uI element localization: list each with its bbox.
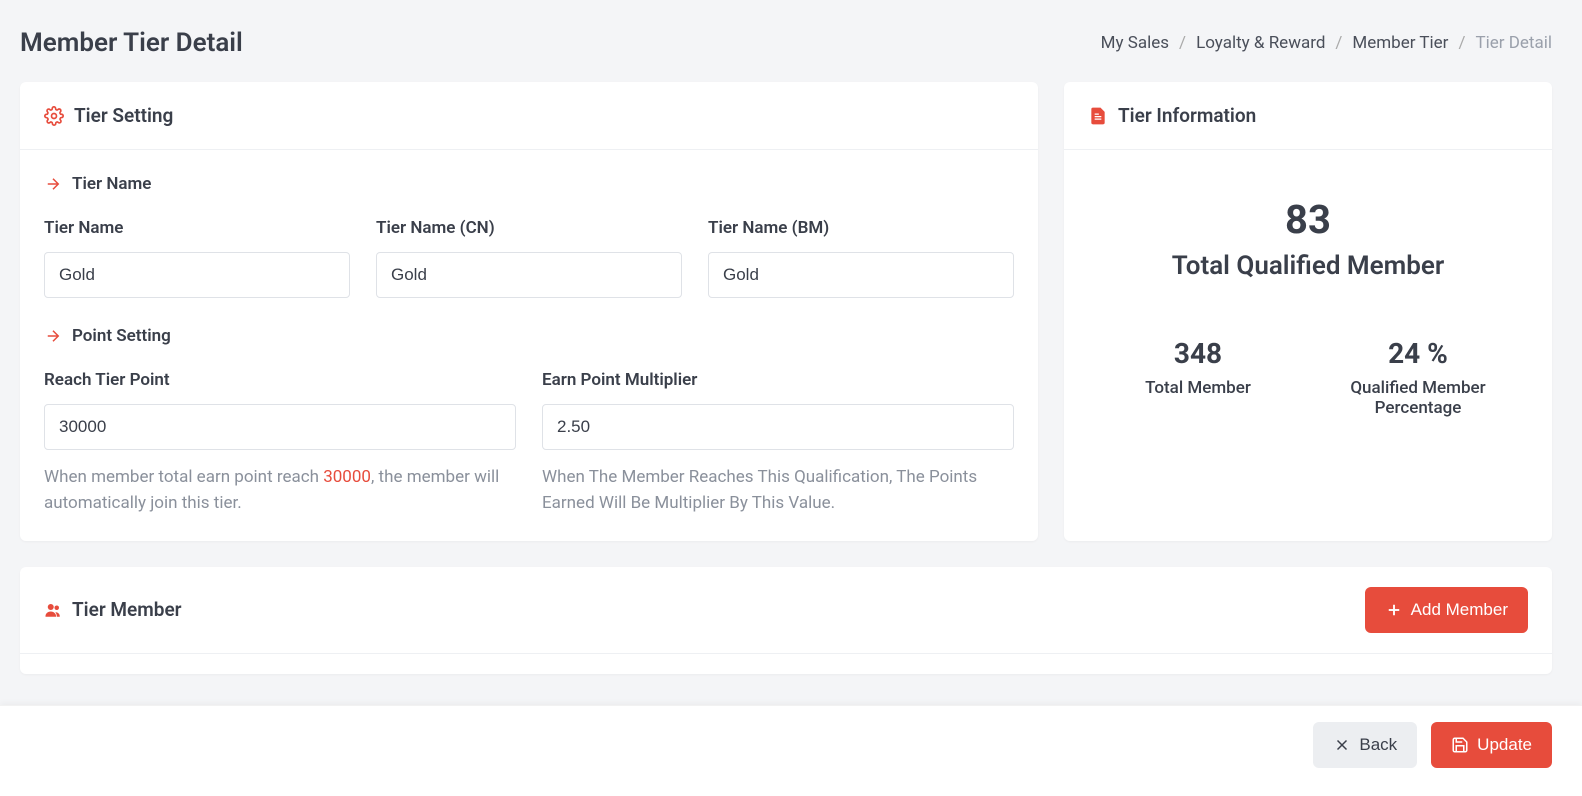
update-button[interactable]: Update bbox=[1431, 722, 1552, 768]
back-label: Back bbox=[1359, 735, 1397, 755]
multiplier-label: Earn Point Multiplier bbox=[542, 370, 1014, 390]
tier-name-input[interactable] bbox=[44, 252, 350, 298]
reach-point-helper: When member total earn point reach 30000… bbox=[44, 464, 516, 517]
breadcrumb-item-3[interactable]: Member Tier bbox=[1352, 33, 1448, 53]
breadcrumb-separator: / bbox=[1458, 33, 1465, 53]
arrow-right-icon bbox=[44, 175, 62, 193]
breadcrumb-separator: / bbox=[1335, 33, 1342, 53]
plus-icon bbox=[1385, 601, 1403, 619]
tier-setting-card: Tier Setting Tier Name Tier Name Tier Na… bbox=[20, 82, 1038, 541]
add-member-button[interactable]: Add Member bbox=[1365, 587, 1528, 633]
gear-icon bbox=[44, 106, 64, 126]
multiplier-input[interactable] bbox=[542, 404, 1014, 450]
tier-setting-title: Tier Setting bbox=[74, 104, 173, 127]
tier-name-cn-label: Tier Name (CN) bbox=[376, 218, 682, 238]
close-icon bbox=[1333, 736, 1351, 754]
tier-name-bm-input[interactable] bbox=[708, 252, 1014, 298]
add-member-label: Add Member bbox=[1411, 600, 1508, 620]
tier-name-label: Tier Name bbox=[44, 218, 350, 238]
total-member-count: 348 bbox=[1088, 337, 1308, 370]
back-button[interactable]: Back bbox=[1313, 722, 1417, 768]
percent-label: Qualified Member Percentage bbox=[1308, 378, 1528, 418]
reach-point-label: Reach Tier Point bbox=[44, 370, 516, 390]
update-label: Update bbox=[1477, 735, 1532, 755]
people-icon bbox=[44, 601, 62, 619]
tier-member-title: Tier Member bbox=[72, 598, 182, 621]
tier-member-card: Tier Member Add Member bbox=[20, 567, 1552, 674]
section-tier-name: Tier Name bbox=[72, 174, 151, 194]
percent-value: 24 % bbox=[1308, 337, 1528, 370]
breadcrumb-current: Tier Detail bbox=[1475, 33, 1552, 53]
breadcrumb-separator: / bbox=[1179, 33, 1186, 53]
tier-info-title: Tier Information bbox=[1118, 104, 1256, 127]
breadcrumb-item-1[interactable]: My Sales bbox=[1101, 33, 1169, 53]
qualified-count: 83 bbox=[1088, 196, 1528, 243]
document-icon bbox=[1088, 106, 1108, 126]
footer-bar: Back Update bbox=[0, 705, 1582, 796]
save-icon bbox=[1451, 736, 1469, 754]
multiplier-helper: When The Member Reaches This Qualificati… bbox=[542, 464, 1014, 517]
breadcrumb: My Sales / Loyalty & Reward / Member Tie… bbox=[1101, 33, 1552, 53]
tier-name-cn-input[interactable] bbox=[376, 252, 682, 298]
arrow-right-icon bbox=[44, 327, 62, 345]
section-point-setting: Point Setting bbox=[72, 326, 171, 346]
total-member-label: Total Member bbox=[1088, 378, 1308, 398]
reach-point-input[interactable] bbox=[44, 404, 516, 450]
breadcrumb-item-2[interactable]: Loyalty & Reward bbox=[1196, 33, 1325, 53]
tier-info-card: Tier Information 83 Total Qualified Memb… bbox=[1064, 82, 1552, 541]
page-title: Member Tier Detail bbox=[20, 28, 243, 58]
qualified-label: Total Qualified Member bbox=[1088, 251, 1528, 281]
tier-name-bm-label: Tier Name (BM) bbox=[708, 218, 1014, 238]
